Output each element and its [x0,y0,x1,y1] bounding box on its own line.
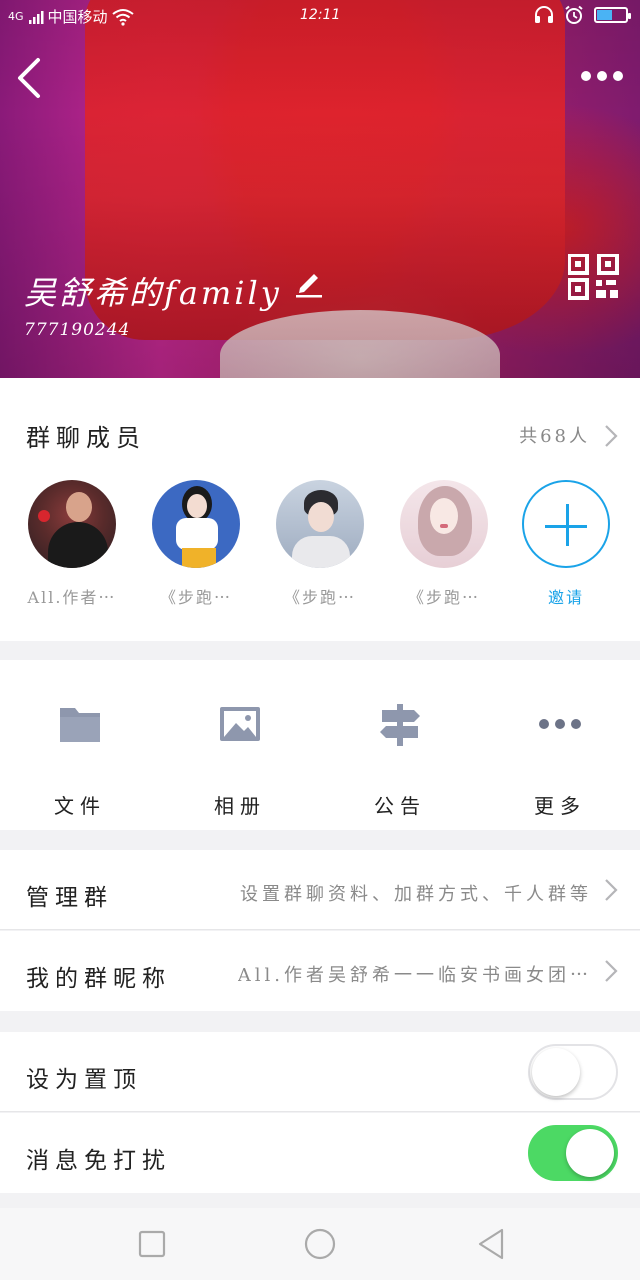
recent-apps-button[interactable] [134,1226,170,1262]
group-header: 4G 中国移动 12:11 吴舒希的family 777190244 [0,0,640,378]
image-icon [220,707,260,741]
member-name: 《步跑⋯ [283,588,356,607]
avatar [276,480,364,568]
tool-notice[interactable]: 公告 [320,700,480,819]
row-value: All.作者吴舒希一一临安书画女团⋯ [237,965,592,986]
member-item[interactable]: 《步跑⋯ [134,480,258,608]
tool-album[interactable]: 相册 [160,700,320,819]
dot-icon [613,71,623,81]
alarm-icon [565,5,583,24]
chevron-right-icon [605,960,618,982]
invite-button[interactable] [522,480,610,568]
qr-code-icon [567,253,619,300]
battery-icon [594,7,631,23]
chevron-right-icon [605,879,618,901]
tool-label: 文件 [54,794,106,818]
my-nickname-row[interactable]: 我的群昵称 All.作者吴舒希一一临安书画女团⋯ [0,931,640,1011]
tool-files[interactable]: 文件 [0,700,160,819]
do-not-disturb-toggle[interactable] [528,1125,618,1181]
tool-label: 公告 [374,794,426,818]
toggle-knob [566,1129,614,1177]
member-avatar-list: All.作者⋯ 《步跑⋯ 《步跑⋯ 《步跑⋯ 邀请 [0,480,640,620]
invite-label: 邀请 [547,588,584,607]
wifi-icon [111,8,134,26]
invite-item[interactable]: 邀请 [504,480,628,608]
dot-icon [581,71,591,81]
avatar [152,480,240,568]
row-label: 消息免打扰 [26,1148,171,1174]
avatar [400,480,488,568]
divider [0,929,640,930]
tool-label: 更多 [534,794,586,818]
group-name: 吴舒希的family [24,274,282,312]
tool-more[interactable]: 更多 [480,700,640,819]
row-label: 管理群 [26,885,113,911]
toggle-knob [532,1048,580,1096]
divider [0,1111,640,1112]
row-value: 设置群聊资料、加群方式、千人群等 [240,884,592,905]
member-name: 《步跑⋯ [159,588,232,607]
member-name: 《步跑⋯ [407,588,480,607]
group-id: 777190244 [24,320,131,340]
signpost-icon [380,704,420,746]
row-label: 我的群昵称 [26,966,171,992]
home-button[interactable] [302,1226,338,1262]
carrier-name: 中国移动 [47,8,108,26]
clock: 12:11 [300,7,341,23]
pencil-icon [296,274,322,298]
more-options-button[interactable] [580,62,624,90]
chevron-left-icon [18,58,40,98]
members-section: 群聊成员 共68人 All.作者⋯ 《步跑⋯ 《步跑⋯ 《步跑⋯ 邀请 [0,378,640,641]
back-button[interactable] [14,56,54,100]
row-label: 设为置顶 [26,1067,142,1093]
member-item[interactable]: 《步跑⋯ [258,480,382,608]
system-nav-bar [0,1208,640,1280]
signal-icon [28,10,44,24]
back-nav-button[interactable] [474,1226,510,1262]
more-dots-icon [539,719,581,729]
member-item[interactable]: 《步跑⋯ [382,480,506,608]
manage-group-row[interactable]: 管理群 设置群聊资料、加群方式、千人群等 [0,850,640,930]
member-item[interactable]: All.作者⋯ [10,480,134,608]
member-name: All.作者⋯ [27,588,117,607]
folder-icon [60,708,100,742]
members-count[interactable]: 共68人 [519,422,590,448]
chevron-right-icon[interactable] [604,424,618,448]
network-type: 4G [8,10,24,23]
members-title: 群聊成员 [26,424,146,452]
headphones-icon [535,6,553,23]
qr-code-button[interactable] [567,253,620,300]
pin-to-top-row: 设为置顶 [0,1032,640,1112]
status-bar: 4G 中国移动 12:11 [0,0,640,32]
avatar [28,480,116,568]
tool-label: 相册 [214,794,266,818]
edit-name-button[interactable] [294,268,324,298]
do-not-disturb-row: 消息免打扰 [0,1113,640,1193]
pin-to-top-toggle[interactable] [528,1044,618,1100]
dot-icon [597,71,607,81]
group-tools: 文件 相册 公告 更多 [0,660,640,830]
